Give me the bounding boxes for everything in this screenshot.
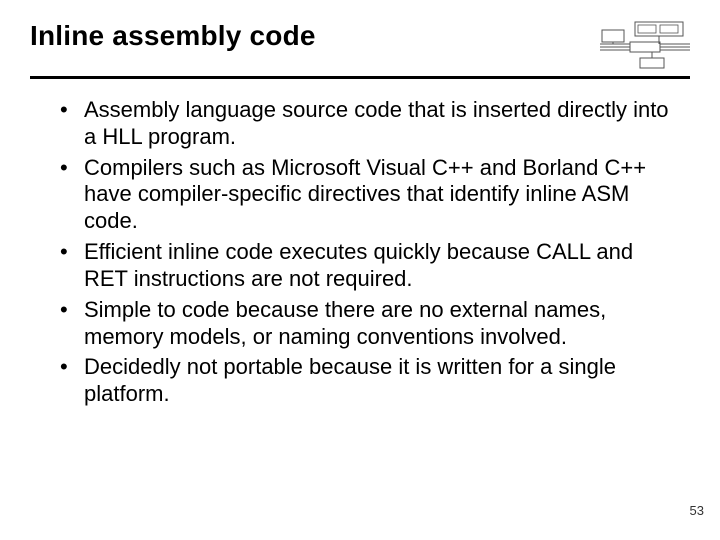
list-item: Assembly language source code that is in… xyxy=(56,97,680,151)
cpu-diagram-icon xyxy=(600,20,690,70)
page-title: Inline assembly code xyxy=(30,20,316,52)
list-item: Compilers such as Microsoft Visual C++ a… xyxy=(56,155,680,235)
list-item: Efficient inline code executes quickly b… xyxy=(56,239,680,293)
list-item: Decidedly not portable because it is wri… xyxy=(56,354,680,408)
slide: Inline assembly code Assembly language s… xyxy=(0,0,720,540)
content-area: Assembly language source code that is in… xyxy=(30,97,690,408)
page-number: 53 xyxy=(690,503,704,518)
header: Inline assembly code xyxy=(30,20,690,79)
list-item: Simple to code because there are no exte… xyxy=(56,297,680,351)
bullet-list: Assembly language source code that is in… xyxy=(56,97,680,408)
